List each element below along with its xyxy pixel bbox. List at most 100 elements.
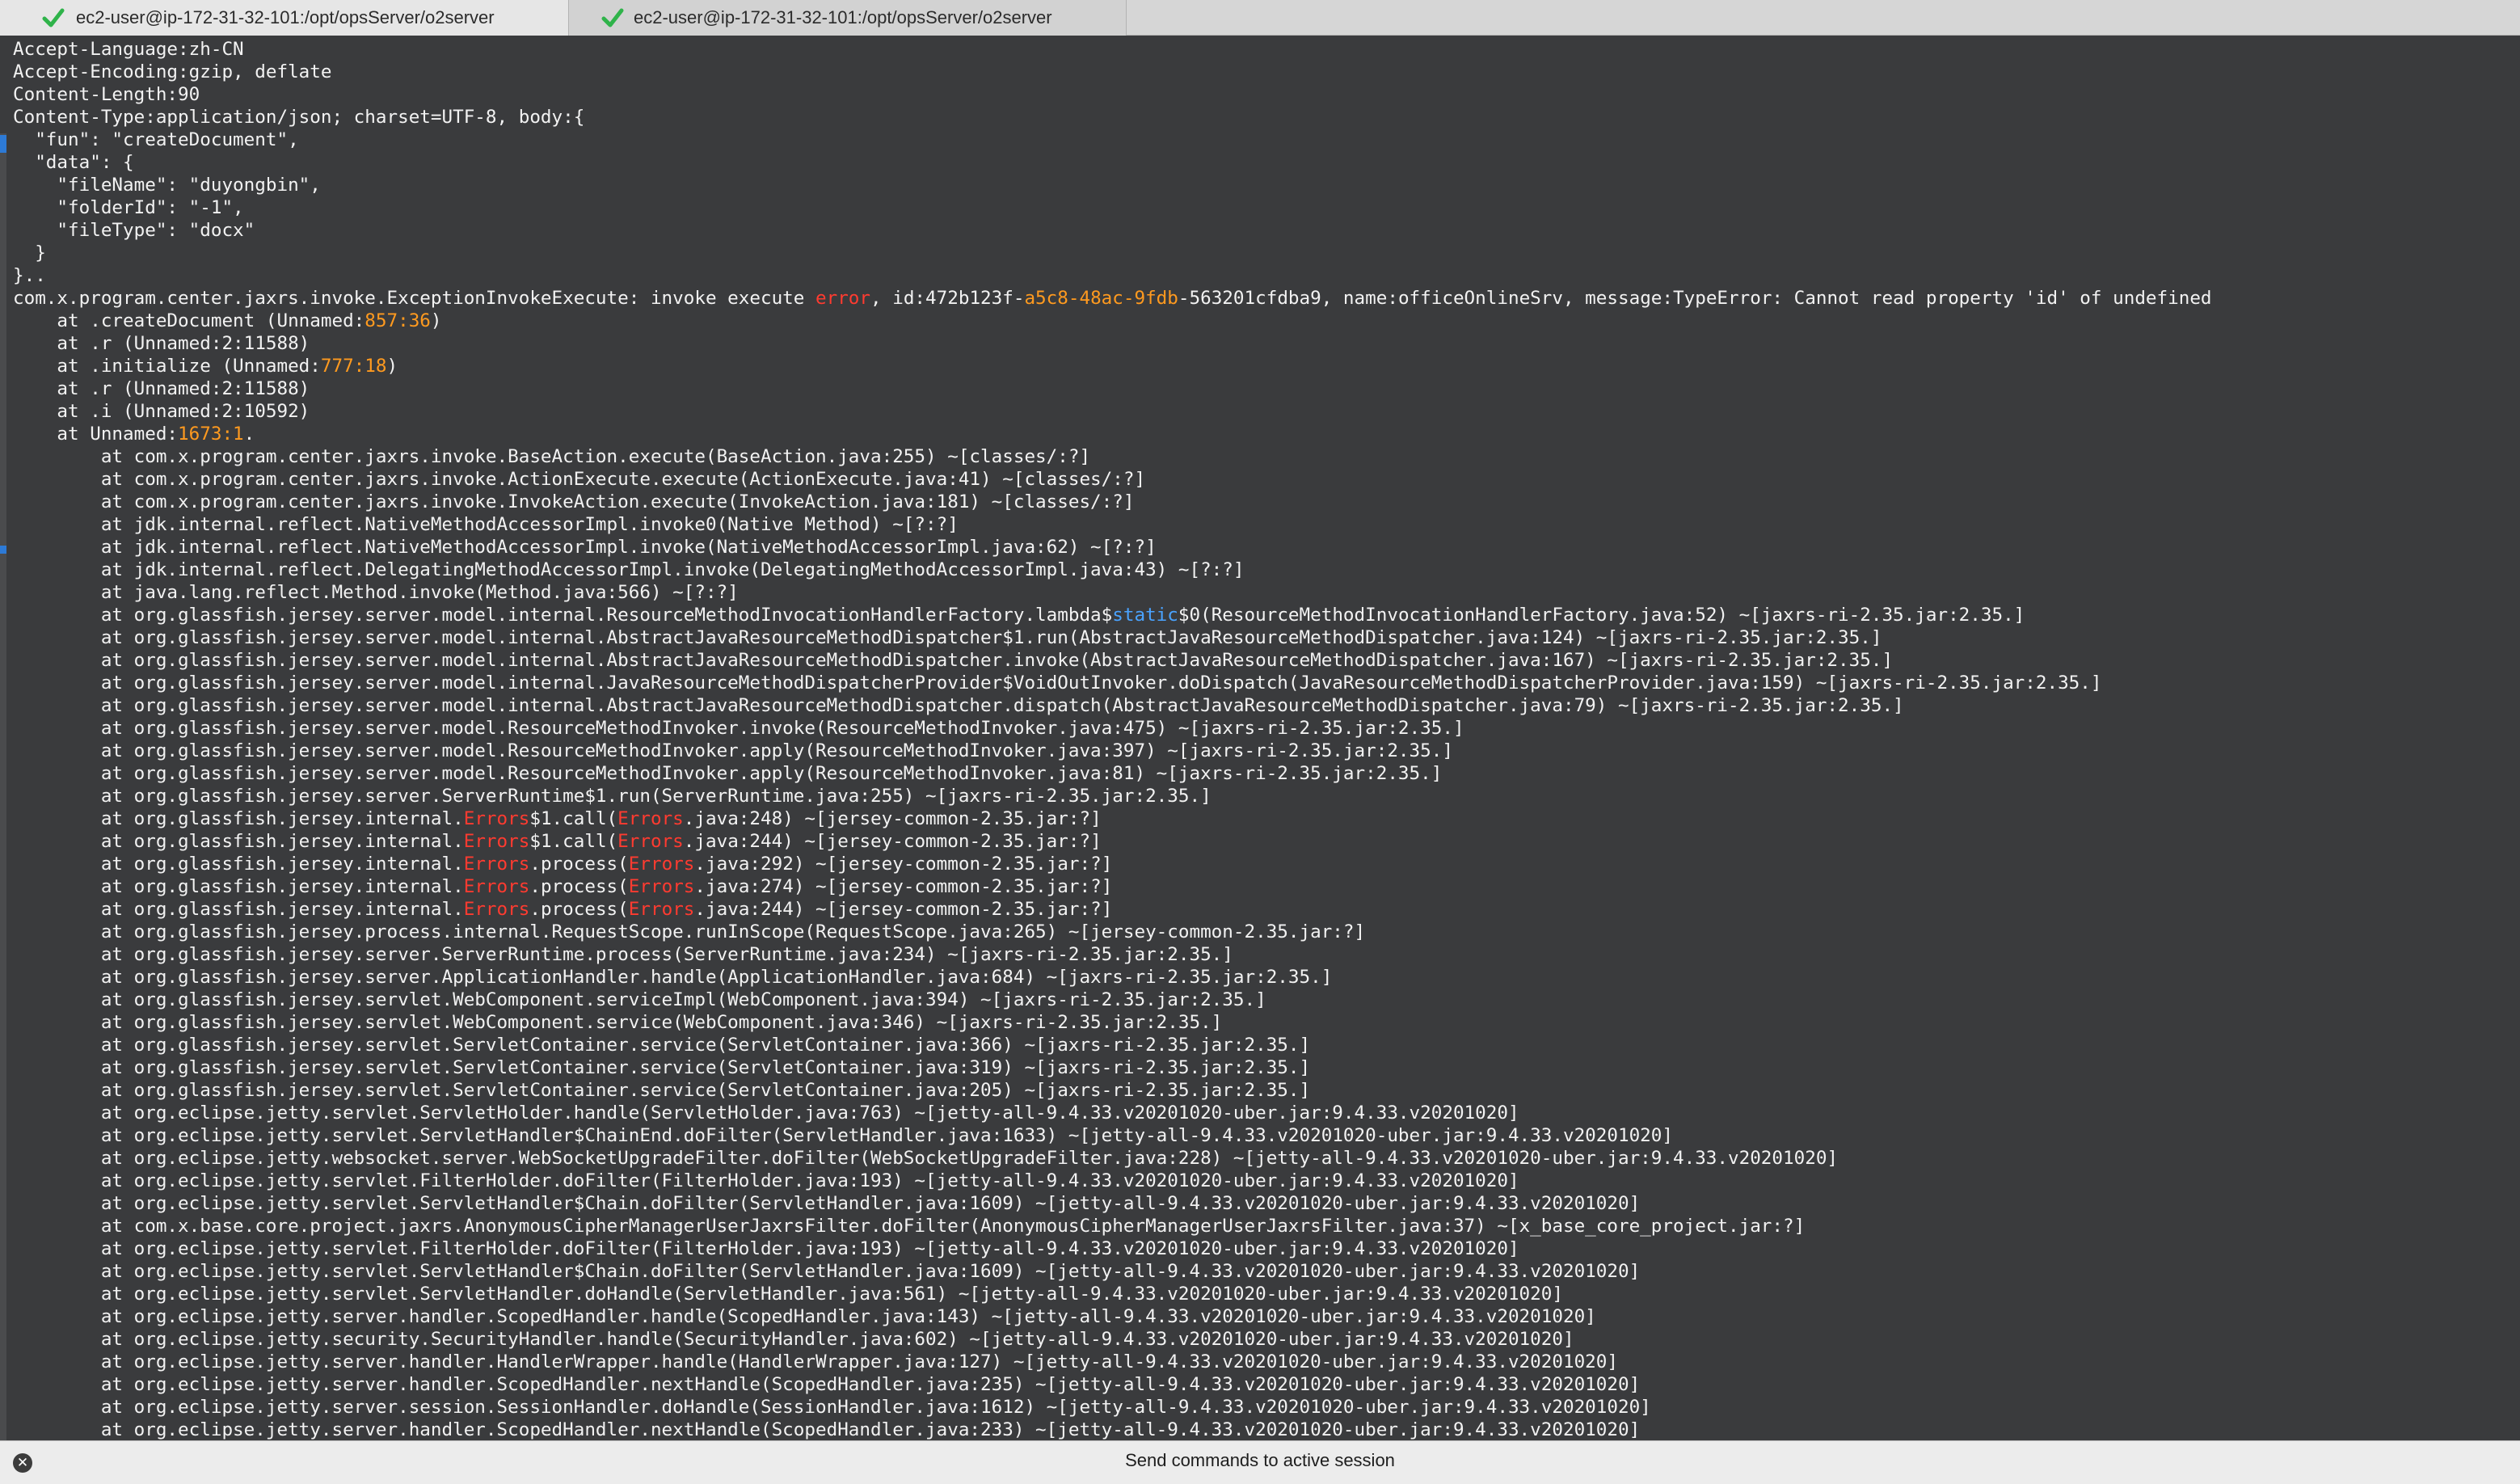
terminal-line: at org.glassfish.jersey.servlet.ServletC… (13, 1079, 2212, 1102)
terminal-line: at org.glassfish.jersey.servlet.ServletC… (13, 1034, 2212, 1056)
terminal-lines: Accept-Language:zh-CN Accept-Encoding:gzi… (13, 38, 2212, 1440)
terminal-line: at jdk.internal.reflect.NativeMethodAcce… (13, 513, 2212, 536)
terminal-line: at jdk.internal.reflect.NativeMethodAcce… (13, 536, 2212, 559)
terminal-line: at org.glassfish.jersey.server.model.Res… (13, 740, 2212, 762)
terminal-line: at jdk.internal.reflect.DelegatingMethod… (13, 559, 2212, 581)
terminal-line: at Unnamed:1673:1. (13, 423, 2212, 445)
terminal-text: com.x.program.center.jaxrs.invoke.Except… (13, 288, 815, 309)
terminal-line: at org.eclipse.jetty.servlet.FilterHolde… (13, 1237, 2212, 1260)
terminal-text: , id:472b123f- (870, 288, 1025, 309)
terminal-text: Accept-Language:zh-CN (13, 39, 244, 60)
terminal-text: Content-Length:90 (13, 84, 200, 105)
terminal-text: at org.glassfish.jersey.internal. (13, 831, 464, 852)
terminal-line: at java.lang.reflect.Method.invoke(Metho… (13, 581, 2212, 604)
command-bar[interactable]: ✕ Send commands to active session (0, 1440, 2520, 1484)
terminal-line: Accept-Encoding:gzip, deflate (13, 61, 2212, 83)
terminal-text: at org.glassfish.jersey.internal. (13, 899, 464, 920)
session-marker (0, 135, 6, 153)
terminal-text: at org.glassfish.jersey.servlet.ServletC… (13, 1035, 1311, 1056)
terminal-text: 1673:1 (178, 424, 244, 445)
terminal-text: at org.glassfish.jersey.internal. (13, 854, 464, 875)
terminal-text: at Unnamed: (13, 424, 179, 445)
terminal-line: at org.glassfish.jersey.process.internal… (13, 921, 2212, 943)
terminal-text: .process( (529, 899, 629, 920)
terminal-line: at org.glassfish.jersey.server.model.int… (13, 604, 2212, 626)
terminal-text: at com.x.base.core.project.jaxrs.Anonymo… (13, 1216, 1806, 1237)
terminal-line: at org.glassfish.jersey.server.ServerRun… (13, 943, 2212, 966)
terminal-line: at org.glassfish.jersey.servlet.ServletC… (13, 1056, 2212, 1079)
terminal-text: at org.glassfish.jersey.servlet.WebCompo… (13, 989, 1266, 1010)
terminal-line: at org.eclipse.jetty.server.handler.Scop… (13, 1419, 2212, 1440)
terminal-text: at java.lang.reflect.Method.invoke(Metho… (13, 582, 739, 603)
terminal-text: . (243, 424, 255, 445)
terminal-text: "fun": "createDocument", (13, 129, 299, 150)
terminal-text: Errors (463, 899, 530, 920)
terminal-line: at org.eclipse.jetty.servlet.ServletHand… (13, 1124, 2212, 1147)
terminal-text: "fileType": "docx" (13, 220, 255, 241)
terminal-text: at org.glassfish.jersey.server.ServerRun… (13, 944, 1233, 965)
terminal-text: at .initialize (Unnamed: (13, 356, 321, 377)
terminal-text: Errors (628, 854, 695, 875)
terminal-line: at org.eclipse.jetty.security.SecurityHa… (13, 1328, 2212, 1351)
terminal-line: com.x.program.center.jaxrs.invoke.Except… (13, 287, 2212, 310)
terminal-text: at org.eclipse.jetty.servlet.ServletHand… (13, 1193, 1641, 1214)
terminal-text: at org.glassfish.jersey.server.model.int… (13, 650, 1894, 671)
terminal-text: at org.eclipse.jetty.server.session.Sess… (13, 1397, 1651, 1418)
terminal-line: at org.glassfish.jersey.internal.Errors$… (13, 807, 2212, 830)
terminal-text: at jdk.internal.reflect.DelegatingMethod… (13, 559, 1245, 580)
terminal-line: at .r (Unnamed:2:11588) (13, 332, 2212, 355)
terminal-line: }.. (13, 264, 2212, 287)
session-marker (0, 546, 6, 554)
terminal-line: at org.eclipse.jetty.server.handler.Scop… (13, 1305, 2212, 1328)
terminal-line: at org.eclipse.jetty.server.handler.Hand… (13, 1351, 2212, 1373)
terminal-text: 777:18 (320, 356, 387, 377)
terminal-line: at com.x.program.center.jaxrs.invoke.Inv… (13, 491, 2212, 513)
terminal-text: at org.glassfish.jersey.process.internal… (13, 921, 1366, 942)
tab-label: ec2-user@ip-172-31-32-101:/opt/opsServer… (76, 7, 495, 27)
terminal-text: .process( (529, 854, 629, 875)
terminal-text: at .i (Unnamed:2:10592) (13, 401, 310, 422)
terminal-text: at .r (Unnamed:2:11588) (13, 378, 310, 399)
terminal-text: at org.glassfish.jersey.internal. (13, 808, 464, 829)
terminal-text: at org.eclipse.jetty.servlet.ServletHand… (13, 1125, 1673, 1146)
terminal-text: }.. (13, 265, 46, 286)
terminal-line: Content-Length:90 (13, 83, 2212, 106)
terminal-text: a5c8-48ac-9fdb (1024, 288, 1178, 309)
terminal-line: at org.glassfish.jersey.servlet.WebCompo… (13, 989, 2212, 1011)
terminal-line: at org.glassfish.jersey.server.Applicati… (13, 966, 2212, 989)
terminal-output[interactable]: Accept-Language:zh-CN Accept-Encoding:gzi… (0, 36, 2520, 1440)
terminal-text: at com.x.program.center.jaxrs.invoke.Act… (13, 469, 1146, 490)
terminal-line: at org.glassfish.jersey.server.model.Res… (13, 717, 2212, 740)
terminal-line: at org.glassfish.jersey.internal.Errors.… (13, 898, 2212, 921)
terminal-text: .java:292) ~[jersey-common-2.35.jar:?] (694, 854, 1113, 875)
terminal-text: at org.eclipse.jetty.security.SecurityHa… (13, 1329, 1574, 1350)
terminal-line: Accept-Language:zh-CN (13, 38, 2212, 61)
terminal-line: at org.eclipse.jetty.server.handler.Scop… (13, 1373, 2212, 1396)
terminal-text: at org.eclipse.jetty.server.handler.Hand… (13, 1351, 1618, 1372)
tab-session-2[interactable]: ec2-user@ip-172-31-32-101:/opt/opsServer… (569, 0, 1127, 36)
terminal-line: at .r (Unnamed:2:11588) (13, 377, 2212, 400)
check-icon (42, 8, 65, 27)
tab-label: ec2-user@ip-172-31-32-101:/opt/opsServer… (634, 7, 1052, 27)
terminal-line: at .createDocument (Unnamed:857:36) (13, 310, 2212, 332)
terminal-text: at org.glassfish.jersey.server.model.Res… (13, 718, 1464, 739)
terminal-text: at org.eclipse.jetty.server.handler.Scop… (13, 1419, 1641, 1440)
terminal-text: "folderId": "-1", (13, 197, 244, 218)
terminal-text: Errors (463, 808, 530, 829)
terminal-text: at org.glassfish.jersey.server.model.int… (13, 627, 1882, 648)
scroll-marker-bar (0, 133, 6, 1440)
terminal-text: Errors (628, 876, 695, 897)
terminal-text: at org.glassfish.jersey.server.model.int… (13, 605, 1113, 626)
tab-session-1[interactable]: ec2-user@ip-172-31-32-101:/opt/opsServer… (0, 0, 569, 36)
terminal-text: 857:36 (365, 310, 431, 331)
terminal-line: at org.eclipse.jetty.server.session.Sess… (13, 1396, 2212, 1419)
terminal-text: .java:244) ~[jersey-common-2.35.jar:?] (694, 899, 1113, 920)
check-icon (601, 8, 624, 27)
terminal-text: at org.glassfish.jersey.servlet.WebCompo… (13, 1012, 1223, 1033)
terminal-text: $1.call( (529, 808, 618, 829)
terminal-text: at org.glassfish.jersey.servlet.ServletC… (13, 1057, 1311, 1078)
terminal-text: at org.glassfish.jersey.internal. (13, 876, 464, 897)
terminal-text: at org.eclipse.jetty.servlet.FilterHolde… (13, 1238, 1519, 1259)
terminal-line: "fileName": "duyongbin", (13, 174, 2212, 196)
terminal-line: at org.glassfish.jersey.server.model.Res… (13, 762, 2212, 785)
